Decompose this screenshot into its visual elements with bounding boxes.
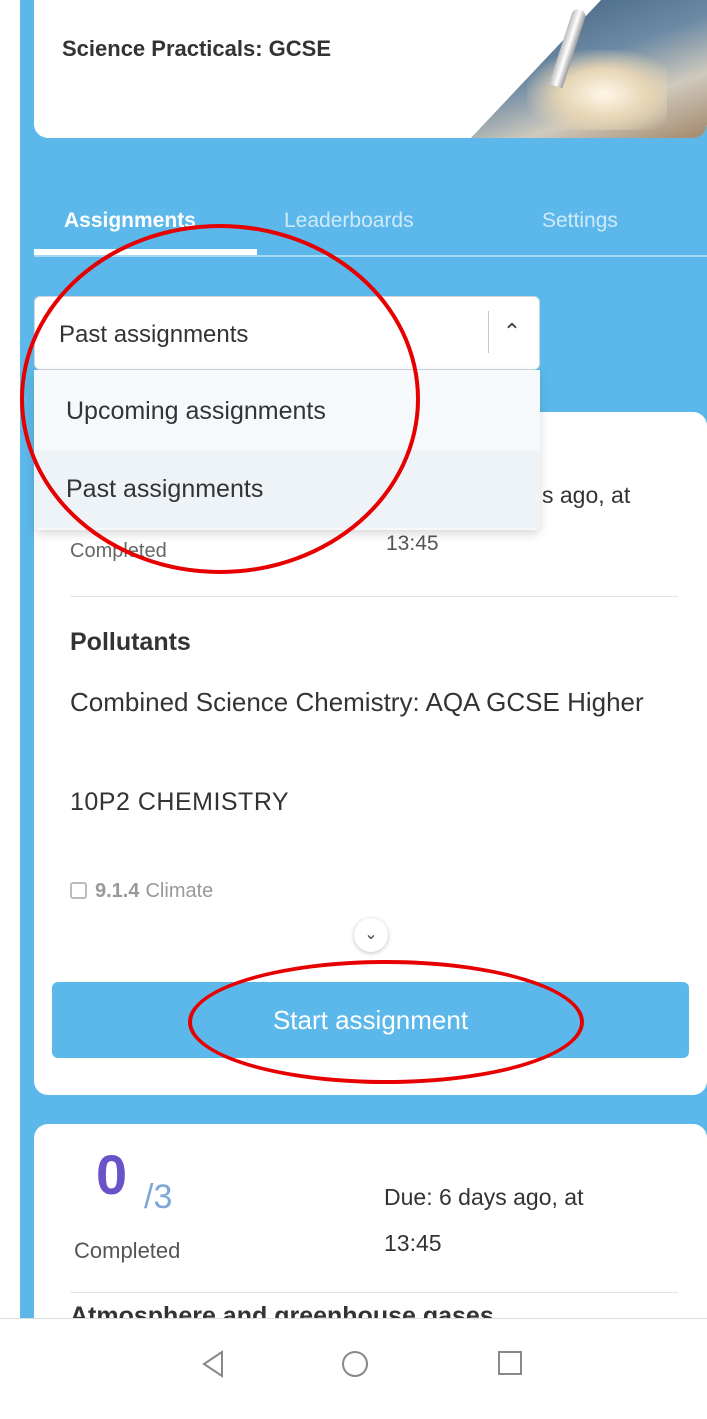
chevron-down-icon[interactable]: ⌄ xyxy=(354,918,388,952)
select-divider xyxy=(488,311,489,353)
due-date: Due: 6 days ago, at xyxy=(384,1184,584,1210)
topic-item[interactable]: 9.1.4 Climate xyxy=(70,880,213,903)
topic-name: Climate xyxy=(145,880,214,902)
back-icon[interactable] xyxy=(200,1349,226,1387)
card-divider xyxy=(70,1292,678,1293)
annotation-circle-dropdown xyxy=(20,224,420,574)
recents-icon[interactable] xyxy=(496,1349,524,1385)
completed-count: 0 xyxy=(96,1143,128,1206)
assignment-title: Pollutants xyxy=(70,628,191,656)
system-nav-bar xyxy=(0,1318,707,1419)
card-divider xyxy=(70,596,678,597)
topic-checkbox[interactable] xyxy=(70,882,87,899)
total-count: /3 xyxy=(144,1178,173,1216)
assignment-class: 10P2 CHEMISTRY xyxy=(70,788,290,816)
due-time: 13:45 xyxy=(384,1230,442,1256)
completed-label: Completed xyxy=(74,1238,181,1263)
topic-code: 9.1.4 xyxy=(95,880,140,902)
rocket-plume-image xyxy=(527,50,667,130)
annotation-circle-start-button xyxy=(188,960,584,1084)
course-title: Science Practicals: GCSE xyxy=(62,36,332,61)
assignment-title: Atmosphere and greenhouse gases xyxy=(70,1302,494,1318)
assignment-card-2: 0 /3 Completed Due: 6 days ago, at 13:45… xyxy=(34,1124,707,1318)
tab-leaderboards[interactable]: Leaderboards xyxy=(284,209,414,233)
tab-settings[interactable]: Settings xyxy=(542,209,618,233)
assignment-course: Combined Science Chemistry: AQA GCSE Hig… xyxy=(70,687,644,717)
due-date: s ago, at xyxy=(542,482,631,508)
home-icon[interactable] xyxy=(340,1349,370,1387)
due-time: 13:45 xyxy=(386,532,439,555)
total-count-value: 3 xyxy=(153,1178,173,1216)
chevron-up-icon[interactable]: ⌃ xyxy=(499,319,525,345)
course-header-card: Science Practicals: GCSE xyxy=(34,0,707,138)
